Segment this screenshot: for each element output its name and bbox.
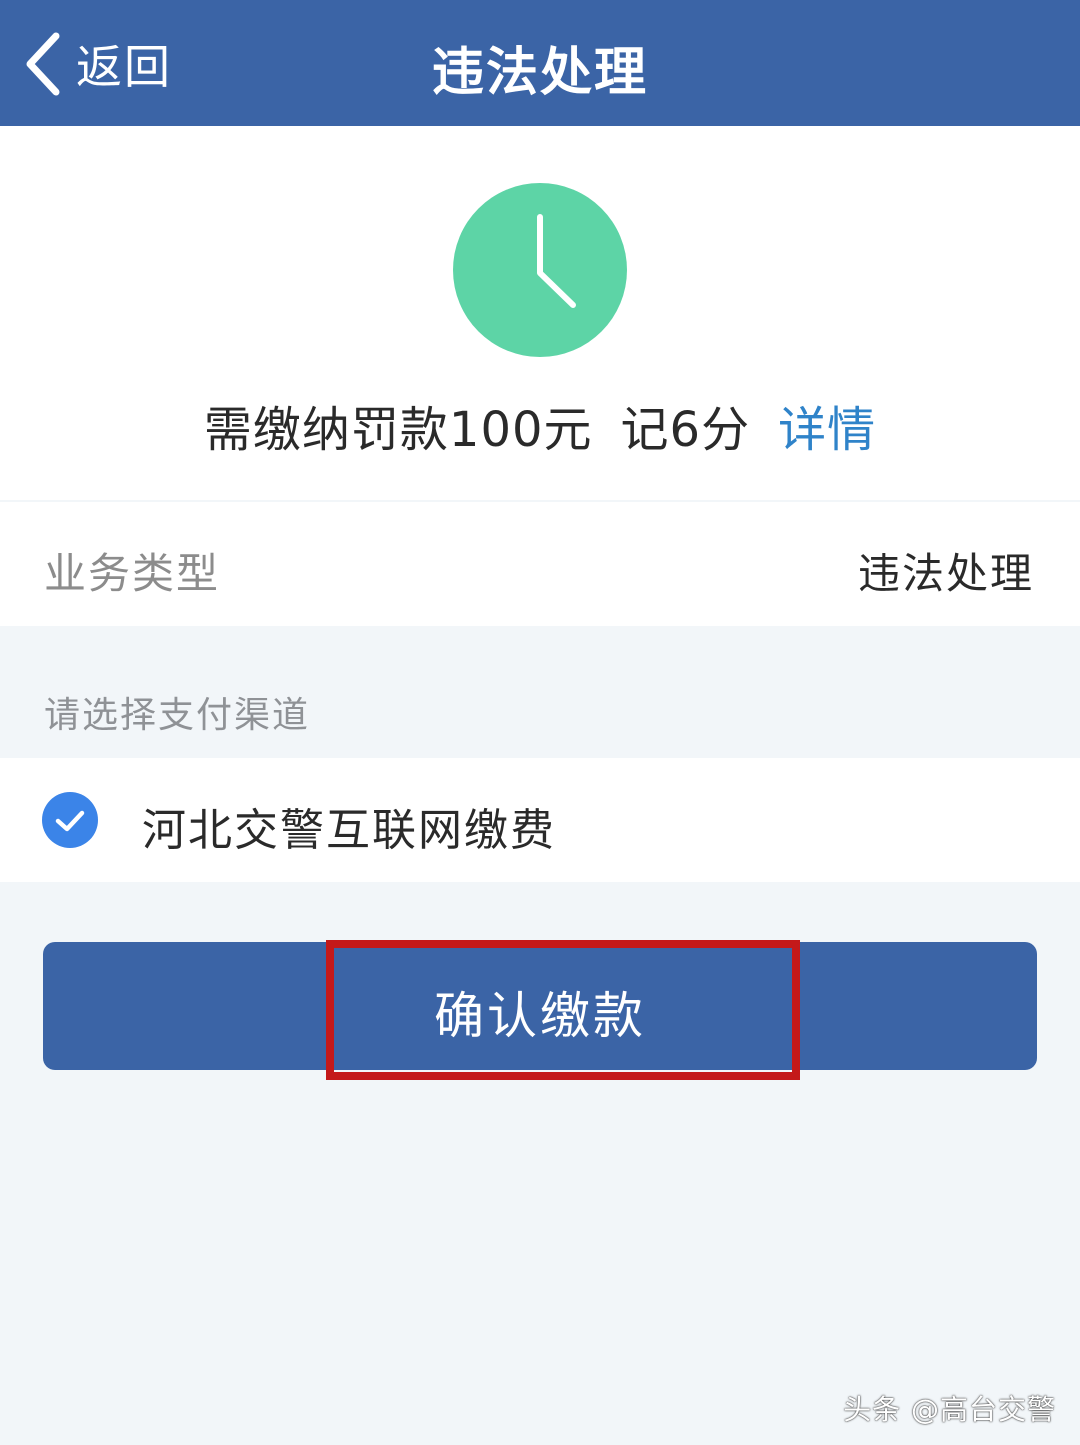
business-type-label: 业务类型: [44, 549, 221, 598]
checkmark-circle-icon[interactable]: [42, 792, 98, 848]
nav-bar: 返回 违法处理: [0, 0, 1080, 126]
penalty-points-text: 记6分: [620, 402, 751, 458]
payment-channel-label: 河北交警互联网缴费: [142, 805, 556, 856]
details-link[interactable]: 详情: [778, 402, 876, 458]
page-title: 违法处理: [431, 43, 648, 103]
business-type-row: 业务类型 违法处理: [0, 502, 1080, 626]
fine-amount-text: 需缴纳罚款100元: [203, 402, 593, 458]
fine-line: 需缴纳罚款100元 记6分 详情: [0, 390, 1080, 460]
business-type-value: 违法处理: [857, 549, 1034, 598]
confirm-payment-button[interactable]: 确认缴款: [43, 942, 1037, 1070]
watermark: 头条 @高台交警: [843, 1393, 1056, 1426]
payment-channel-option[interactable]: 河北交警互联网缴费: [0, 758, 1080, 882]
fine-summary-card: 需缴纳罚款100元 记6分 详情: [0, 126, 1080, 500]
clock-icon: [453, 183, 627, 357]
confirm-payment-label: 确认缴款: [434, 987, 646, 1045]
payment-channel-header: 请选择支付渠道: [44, 695, 311, 736]
